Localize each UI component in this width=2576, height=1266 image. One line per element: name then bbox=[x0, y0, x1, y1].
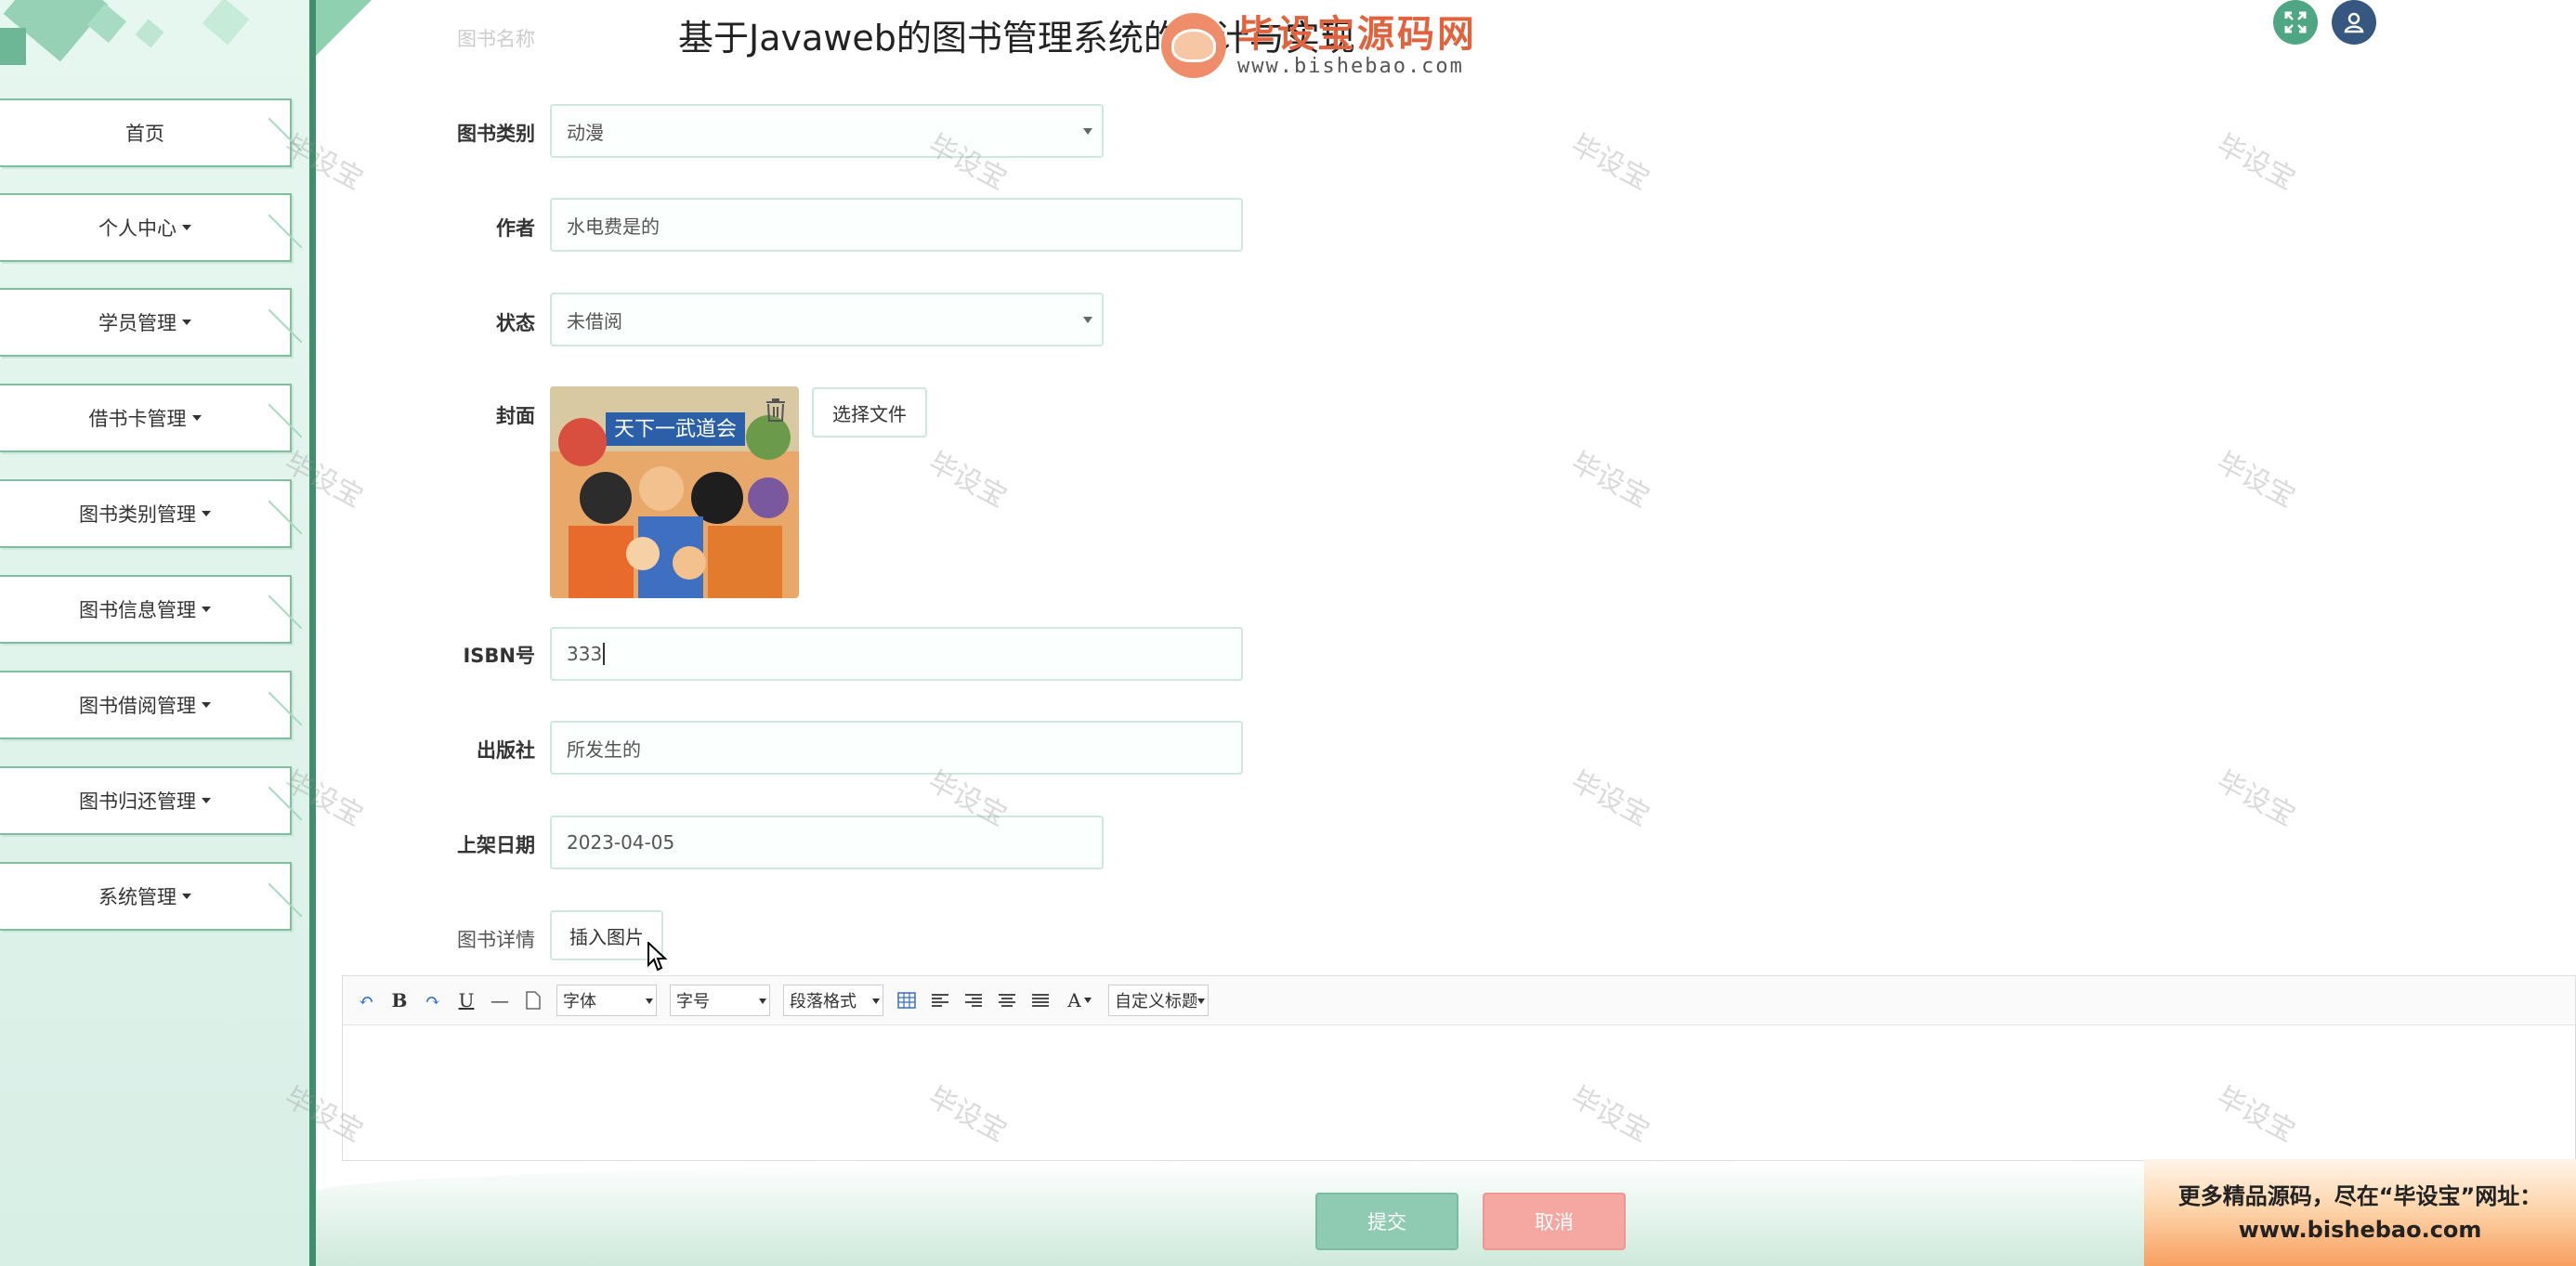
choose-file-button[interactable]: 选择文件 bbox=[812, 387, 927, 437]
caret-down-icon bbox=[191, 415, 202, 421]
custom-title-label: 自定义标题 bbox=[1115, 992, 1196, 1011]
fullscreen-button[interactable] bbox=[2273, 0, 2318, 45]
paragraph-format-select[interactable]: 段落格式 bbox=[783, 985, 883, 1016]
shelf-date-label: 上架日期 bbox=[457, 834, 535, 856]
ad-line-1: 更多精品源码，尽在“毕设宝”网址： bbox=[2177, 1182, 2543, 1209]
font-family-label: 字体 bbox=[563, 992, 596, 1011]
decor-shape bbox=[316, 0, 372, 56]
user-button[interactable] bbox=[2332, 0, 2376, 45]
mouse-cursor-icon bbox=[647, 940, 668, 976]
cancel-button[interactable]: 取消 bbox=[1483, 1193, 1626, 1250]
caret-down-icon bbox=[202, 607, 211, 612]
caret-down-icon bbox=[202, 702, 211, 708]
caret-down-icon bbox=[202, 511, 211, 516]
book-name-label: 图书名称 bbox=[457, 28, 535, 50]
decor-shape bbox=[0, 28, 26, 65]
font-size-select[interactable]: 字号 bbox=[670, 985, 770, 1016]
bold-icon[interactable]: B bbox=[389, 989, 410, 1011]
font-size-label: 字号 bbox=[676, 992, 710, 1011]
decor-shape bbox=[202, 0, 250, 46]
sidebar-item-home[interactable]: 首页 bbox=[0, 98, 292, 167]
decor-shape bbox=[135, 19, 164, 48]
sidebar-item-library-cards[interactable]: 借书卡管理 bbox=[0, 384, 292, 452]
shelf-date-value: 2023-04-05 bbox=[567, 831, 675, 854]
status-label: 状态 bbox=[496, 312, 535, 334]
cover-image-text: 天下一武道会 bbox=[614, 418, 737, 441]
submit-button[interactable]: 提交 bbox=[1315, 1193, 1458, 1250]
caret-down-icon bbox=[202, 798, 211, 803]
horizontal-rule-icon[interactable]: — bbox=[490, 989, 510, 1011]
ad-line-2: www.bishebao.com bbox=[2238, 1216, 2482, 1243]
paragraph-format-label: 段落格式 bbox=[790, 992, 856, 1011]
caret-down-icon bbox=[182, 225, 191, 230]
sidebar-item-borrowing[interactable]: 图书借阅管理 bbox=[0, 671, 292, 739]
user-icon bbox=[2344, 12, 2364, 33]
insert-image-button[interactable]: 插入图片 bbox=[550, 910, 663, 960]
redo-icon[interactable]: ↷ bbox=[423, 989, 443, 1011]
sidebar-item-label: 图书借阅管理 bbox=[79, 695, 196, 717]
font-color-glyph: A bbox=[1067, 989, 1081, 1011]
sidebar-item-label: 图书归还管理 bbox=[79, 790, 196, 813]
caret-down-icon bbox=[182, 320, 191, 325]
custom-title-select[interactable]: 自定义标题 bbox=[1108, 985, 1209, 1016]
sidebar-item-label: 系统管理 bbox=[98, 886, 177, 908]
isbn-value: 333 bbox=[567, 643, 603, 665]
category-value: 动漫 bbox=[567, 121, 604, 144]
editor-toolbar: ↶ B ↷ U — 字体 字号 段落格式 A 自定义标题 bbox=[342, 975, 2576, 1025]
table-icon[interactable] bbox=[896, 990, 917, 1011]
logo-url: www.bishebao.com bbox=[1237, 54, 1464, 78]
publisher-value: 所发生的 bbox=[567, 737, 641, 761]
isbn-label: ISBN号 bbox=[463, 645, 535, 667]
category-label: 图书类别 bbox=[457, 123, 535, 145]
author-input[interactable]: 水电费是的 bbox=[550, 198, 1243, 252]
brand-watermark-logo: 毕设宝源码网 www.bishebao.com bbox=[1161, 13, 1477, 78]
sidebar-item-book-info[interactable]: 图书信息管理 bbox=[0, 575, 292, 644]
sidebar-item-personal-center[interactable]: 个人中心 bbox=[0, 193, 292, 262]
chevron-down-icon bbox=[1083, 128, 1092, 135]
sidebar-item-returns[interactable]: 图书归还管理 bbox=[0, 766, 292, 835]
author-value: 水电费是的 bbox=[567, 215, 660, 238]
category-select[interactable]: 动漫 bbox=[550, 104, 1104, 158]
publisher-label: 出版社 bbox=[477, 739, 535, 762]
sidebar-item-label: 借书卡管理 bbox=[88, 408, 187, 430]
publisher-input[interactable]: 所发生的 bbox=[550, 721, 1243, 775]
trash-icon bbox=[766, 398, 785, 422]
editor-content-area[interactable] bbox=[342, 1025, 2576, 1161]
delete-cover-button[interactable] bbox=[760, 394, 791, 425]
align-right-icon[interactable] bbox=[963, 990, 984, 1011]
sidebar-item-system[interactable]: 系统管理 bbox=[0, 862, 292, 931]
sidebar-item-label: 学员管理 bbox=[98, 312, 177, 334]
details-label: 图书详情 bbox=[457, 929, 535, 951]
author-label: 作者 bbox=[496, 217, 535, 240]
status-value: 未借阅 bbox=[567, 309, 622, 333]
align-left-icon[interactable] bbox=[930, 990, 950, 1011]
sidebar-item-label: 个人中心 bbox=[98, 217, 177, 240]
sidebar-item-students[interactable]: 学员管理 bbox=[0, 288, 292, 357]
sidebar-item-book-categories[interactable]: 图书类别管理 bbox=[0, 479, 292, 548]
font-color-icon[interactable]: A bbox=[1064, 989, 1095, 1011]
ad-banner: 更多精品源码，尽在“毕设宝”网址： www.bishebao.com bbox=[2144, 1159, 2576, 1266]
expand-icon bbox=[2284, 11, 2307, 33]
document-icon[interactable] bbox=[523, 990, 543, 1011]
sidebar-item-label: 图书信息管理 bbox=[79, 599, 196, 621]
status-select[interactable]: 未借阅 bbox=[550, 293, 1104, 346]
caret-down-icon bbox=[182, 894, 191, 899]
isbn-input[interactable]: 333 bbox=[550, 627, 1243, 681]
sidebar: 首页 个人中心 学员管理 借书卡管理 图书类别管理 图书信息管理 图书借阅管理 … bbox=[0, 0, 316, 1266]
sidebar-item-label: 图书类别管理 bbox=[79, 503, 196, 526]
logo-title: 毕设宝源码网 bbox=[1237, 12, 1477, 56]
align-center-icon[interactable] bbox=[997, 990, 1017, 1011]
sidebar-item-label: 首页 bbox=[125, 123, 164, 145]
underline-icon[interactable]: U bbox=[456, 989, 477, 1011]
font-family-select[interactable]: 字体 bbox=[556, 985, 657, 1016]
chevron-down-icon bbox=[1083, 317, 1092, 323]
logo-icon bbox=[1161, 13, 1226, 78]
shelf-date-input[interactable]: 2023-04-05 bbox=[550, 816, 1104, 869]
align-justify-icon[interactable] bbox=[1030, 990, 1051, 1011]
cover-label: 封面 bbox=[496, 405, 535, 427]
undo-icon[interactable]: ↶ bbox=[356, 989, 376, 1011]
